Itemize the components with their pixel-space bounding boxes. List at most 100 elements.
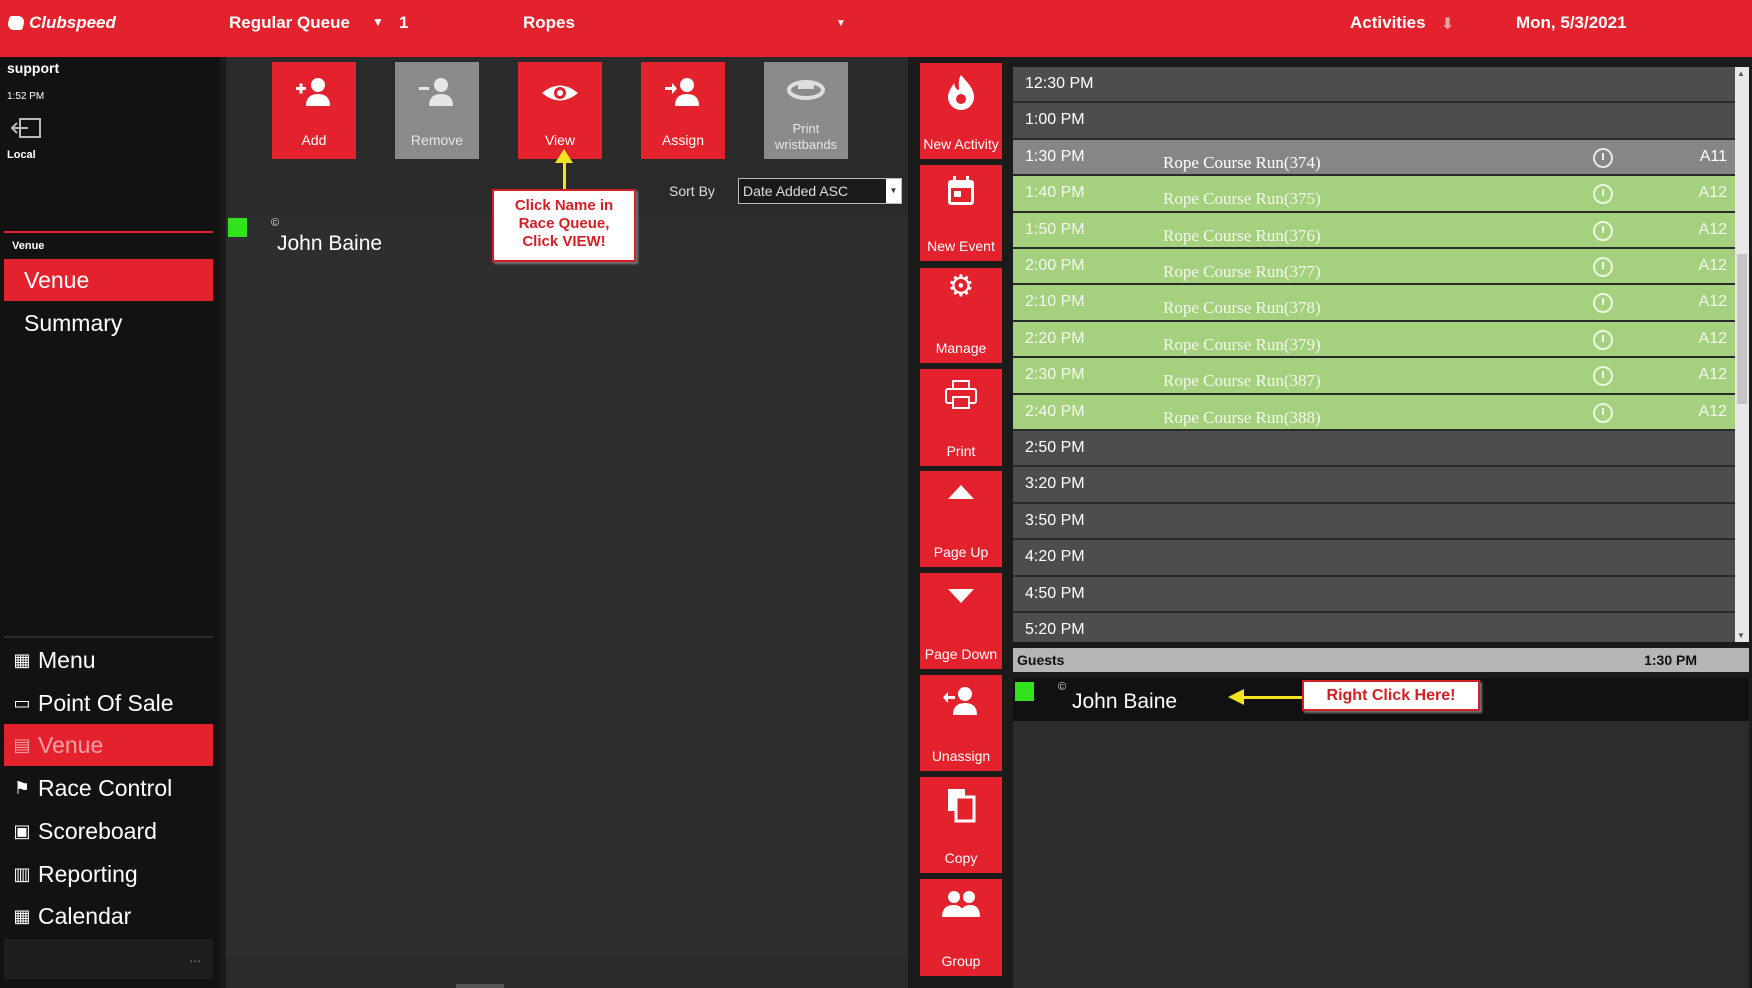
nav-point-of-sale-label: Point Of Sale [38,689,174,716]
schedule-track-code: A12 [1698,220,1727,238]
scroll-up-icon[interactable]: ▲ [1737,69,1745,78]
guests-title: Guests [1017,652,1065,668]
unassign-button[interactable]: Unassign [920,675,1002,771]
subnav-summary-label: Summary [24,309,123,336]
more-button[interactable]: ... [189,949,201,965]
schedule-row[interactable]: 1:30 PM Rope Course Run(374) A11 [1013,139,1735,177]
schedule-row[interactable]: 2:50 PM [1013,431,1735,468]
nav-reporting[interactable]: ▥ Reporting [4,853,213,895]
nav-scoreboard[interactable]: ▣ Scoreboard [4,810,213,852]
add-button[interactable]: Add [272,62,356,159]
scroll-down-icon[interactable]: ▼ [1737,631,1745,640]
brand-name: Clubspeed [29,13,116,32]
schedule-event-name: Rope Course Run(379) [1163,334,1321,354]
schedule-time: 2:40 PM [1025,402,1085,420]
nav-venue[interactable]: ▤ Venue [4,724,213,766]
copy-button[interactable]: Copy [920,777,1002,873]
guest-mark: © [271,217,280,229]
alarm-clock-icon[interactable] [1593,329,1613,350]
copy-label: Copy [944,850,978,866]
activities-button[interactable]: Activities [1350,13,1426,33]
subnav-summary[interactable]: Summary [4,302,213,344]
schedule-time: 1:40 PM [1025,184,1085,202]
nav-point-of-sale[interactable]: ▭ Point Of Sale [4,682,213,724]
view-label: View [544,132,576,148]
sort-by-dropdown[interactable]: Date Added ASC ▼ [738,178,902,204]
schedule-row[interactable]: 1:40 PM Rope Course Run(375) A12 [1013,176,1735,213]
sidebar: support 1:52 PM Local Venue Venue Summar… [0,57,220,988]
alarm-clock-icon[interactable] [1593,147,1613,168]
schedule-row[interactable]: 2:30 PM Rope Course Run(387) A12 [1013,358,1735,395]
user-arrow-icon [641,76,725,110]
nav-race-control[interactable]: ⚑ Race Control [4,767,213,809]
activity-selector[interactable]: Ropes [523,13,575,33]
alarm-clock-icon[interactable] [1593,402,1613,423]
schedule-row[interactable]: 2:20 PM Rope Course Run(379) A12 [1013,321,1735,359]
assign-label: Assign [661,132,705,148]
unassign-label: Unassign [931,748,991,764]
schedule-row[interactable]: 2:40 PM Rope Course Run(388) A12 [1013,394,1735,431]
page-up-button[interactable]: Page Up [920,471,1002,567]
schedule-row[interactable]: 4:20 PM [1013,540,1735,577]
race-queue-list [226,216,908,956]
view-button[interactable]: View [518,62,602,159]
assign-button[interactable]: Assign [641,62,725,159]
view-callout-line3: Click VIEW! [522,233,606,250]
chevron-down-icon[interactable]: ▼ [886,179,901,203]
section-divider [4,231,213,233]
queue-selector[interactable]: Regular Queue [229,13,350,33]
schedule-row[interactable]: 12:30 PM [1013,67,1735,104]
alarm-clock-icon[interactable] [1593,220,1613,241]
page-down-label: Page Down [924,646,998,662]
schedule-track-code: A12 [1698,257,1727,274]
manage-button[interactable]: ⚙ Manage [920,268,1002,363]
schedule-time: 2:30 PM [1025,366,1085,384]
print-wristbands-line1: Print [792,121,820,136]
nav-calendar[interactable]: ▦ Calendar [4,895,213,937]
schedule-track-code: A12 [1698,293,1727,311]
activity-dropdown-icon[interactable]: ▼ [836,18,846,29]
schedule-track-code: A12 [1698,184,1727,202]
user-name: support [7,60,60,76]
page-down-button[interactable]: Page Down [920,573,1002,669]
schedule-track-code: A12 [1698,329,1727,347]
remove-label: Remove [410,132,464,148]
group-icon [920,889,1002,919]
queue-dropdown-icon[interactable]: ▼ [372,15,384,29]
horizontal-scroll-indicator[interactable] [456,984,504,988]
nav-divider [4,636,213,638]
group-button[interactable]: Group [920,879,1002,976]
new-event-button[interactable]: New Event [920,165,1002,261]
schedule-track-code: A12 [1698,366,1727,384]
schedule-row[interactable]: 2:00 PM Rope Course Run(377) A12 [1013,249,1735,286]
queue-guest-name[interactable]: John Baine [277,232,382,256]
store-icon: ▤ [13,734,31,755]
scrollbar-thumb[interactable] [1737,254,1747,404]
nav-calendar-label: Calendar [38,902,132,929]
schedule-time: 1:00 PM [1025,111,1085,129]
logout-icon[interactable] [10,117,44,138]
activities-label: Activities [1350,13,1426,32]
alarm-clock-icon[interactable] [1593,184,1613,205]
new-activity-button[interactable]: New Activity [920,63,1002,159]
guest-name[interactable]: John Baine [1072,690,1177,714]
nav-menu[interactable]: ▦ Menu [4,639,213,681]
print-wristbands-button[interactable]: Print wristbands [764,62,848,159]
alarm-clock-icon[interactable] [1593,293,1613,314]
schedule-row[interactable]: 3:20 PM [1013,467,1735,504]
user-time: 1:52 PM [7,91,45,102]
alarm-clock-icon[interactable] [1593,257,1613,277]
schedule-row[interactable]: 3:50 PM [1013,503,1735,541]
schedule-row[interactable]: 1:00 PM [1013,103,1735,140]
schedule-row[interactable]: 1:50 PM Rope Course Run(376) A12 [1013,212,1735,249]
download-arrow-icon[interactable]: ⬇ [1441,14,1454,34]
printer-icon [920,379,1002,411]
subnav-venue[interactable]: Venue [4,259,213,301]
alarm-clock-icon[interactable] [1593,366,1613,387]
schedule-row[interactable]: 2:10 PM Rope Course Run(378) A12 [1013,285,1735,322]
schedule-row[interactable]: 5:20 PM [1013,613,1735,642]
remove-button[interactable]: Remove [395,62,479,159]
page-up-label: Page Up [933,544,989,560]
print-button[interactable]: Print [920,369,1002,466]
schedule-row[interactable]: 4:50 PM [1013,576,1735,613]
